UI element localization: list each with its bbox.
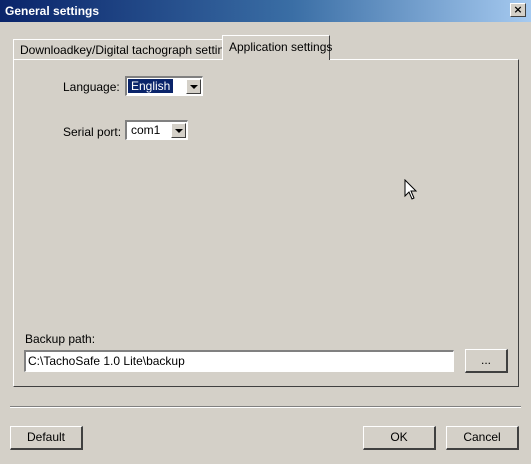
serial-port-value: com1 [131, 123, 161, 137]
close-icon: × [513, 3, 523, 16]
backup-path-input[interactable]: C:\TachoSafe 1.0 Lite\backup [24, 350, 454, 372]
cancel-button[interactable]: Cancel [446, 426, 519, 450]
browse-button[interactable]: ... [465, 349, 508, 373]
title-bar: General settings × [0, 0, 531, 22]
tab-label: Downloadkey/Digital tachograph settings [20, 43, 237, 57]
language-label: Language: [63, 80, 120, 94]
chevron-down-icon[interactable] [171, 123, 186, 138]
general-settings-dialog: General settings × Downloadkey/Digital t… [0, 0, 531, 464]
separator [10, 406, 521, 408]
language-value: English [128, 79, 174, 93]
ok-label: OK [390, 430, 408, 444]
serial-port-label: Serial port: [63, 125, 122, 139]
tab-application-settings[interactable]: Application settings [222, 35, 333, 60]
ok-button[interactable]: OK [363, 426, 436, 450]
default-button[interactable]: Default [10, 426, 83, 450]
tab-downloadkey-settings[interactable]: Downloadkey/Digital tachograph settings [13, 39, 237, 59]
backup-path-value: C:\TachoSafe 1.0 Lite\backup [28, 354, 185, 368]
mouse-cursor-icon [404, 179, 418, 200]
chevron-down-icon[interactable] [186, 79, 201, 94]
window-title: General settings [5, 4, 100, 18]
default-label: Default [26, 430, 66, 444]
language-select[interactable]: English [125, 76, 203, 96]
browse-label: ... [480, 353, 491, 367]
cancel-label: Cancel [463, 430, 501, 444]
serial-port-select[interactable]: com1 [125, 120, 188, 140]
tab-label: Application settings [229, 40, 333, 54]
close-button[interactable]: × [510, 3, 526, 17]
backup-path-label: Backup path: [25, 332, 96, 346]
